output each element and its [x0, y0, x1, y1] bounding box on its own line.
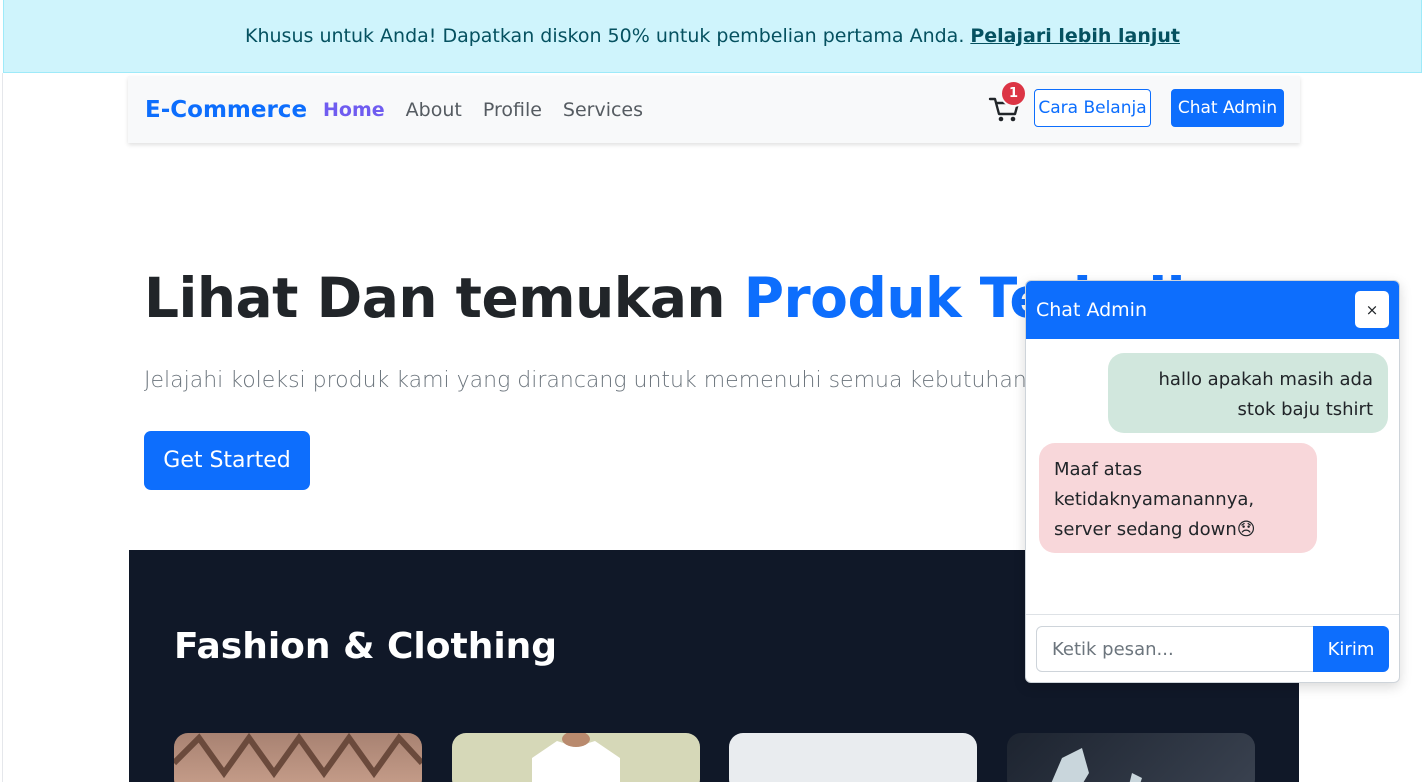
chat-admin-button[interactable]: Chat Admin	[1171, 89, 1284, 127]
nav-services[interactable]: Services	[563, 99, 643, 121]
get-started-button[interactable]: Get Started	[144, 431, 310, 490]
hero-title-plain: Lihat Dan temukan	[144, 266, 744, 330]
chat-message-user: hallo apakah masih ada stok baju tshirt	[1108, 353, 1388, 433]
product-card[interactable]	[1007, 733, 1255, 782]
product-image	[1051, 748, 1142, 782]
chat-message-input[interactable]	[1036, 626, 1314, 672]
product-card[interactable]	[729, 733, 977, 782]
chat-message-admin: Maaf atas ketidaknyamanannya, server sed…	[1039, 443, 1317, 553]
chat-send-button[interactable]: Kirim	[1313, 626, 1389, 672]
product-image	[532, 733, 620, 782]
product-image	[174, 733, 422, 779]
nav-home[interactable]: Home	[323, 99, 385, 121]
cara-belanja-button[interactable]: Cara Belanja	[1034, 89, 1151, 127]
nav-about[interactable]: About	[406, 99, 462, 121]
page-border	[2, 73, 3, 782]
cart-count-badge: 1	[1000, 80, 1027, 107]
brand-logo[interactable]: E-Commerce	[145, 97, 307, 123]
product-card[interactable]	[452, 733, 700, 782]
promo-learn-more-link[interactable]: Pelajari lebih lanjut	[970, 25, 1180, 47]
product-card[interactable]	[174, 733, 422, 782]
chat-title: Chat Admin	[1036, 299, 1147, 321]
fashion-section-title: Fashion & Clothing	[174, 626, 558, 667]
nav-profile[interactable]: Profile	[483, 99, 542, 121]
hero-subtitle: Jelajahi koleksi produk kami yang diranc…	[144, 368, 1098, 393]
chat-close-button[interactable]: ×	[1355, 291, 1389, 328]
chat-window: Chat Admin × hallo apakah masih ada stok…	[1025, 280, 1400, 683]
chat-header: Chat Admin ×	[1026, 281, 1399, 339]
promo-text: Khusus untuk Anda! Dapatkan diskon 50% u…	[245, 25, 965, 47]
chat-footer: Kirim	[1026, 614, 1399, 682]
promo-banner: Khusus untuk Anda! Dapatkan diskon 50% u…	[3, 0, 1422, 73]
navbar: E-Commerce Home About Profile Services 1…	[128, 76, 1300, 143]
nav-links: Home About Profile Services	[323, 99, 643, 121]
